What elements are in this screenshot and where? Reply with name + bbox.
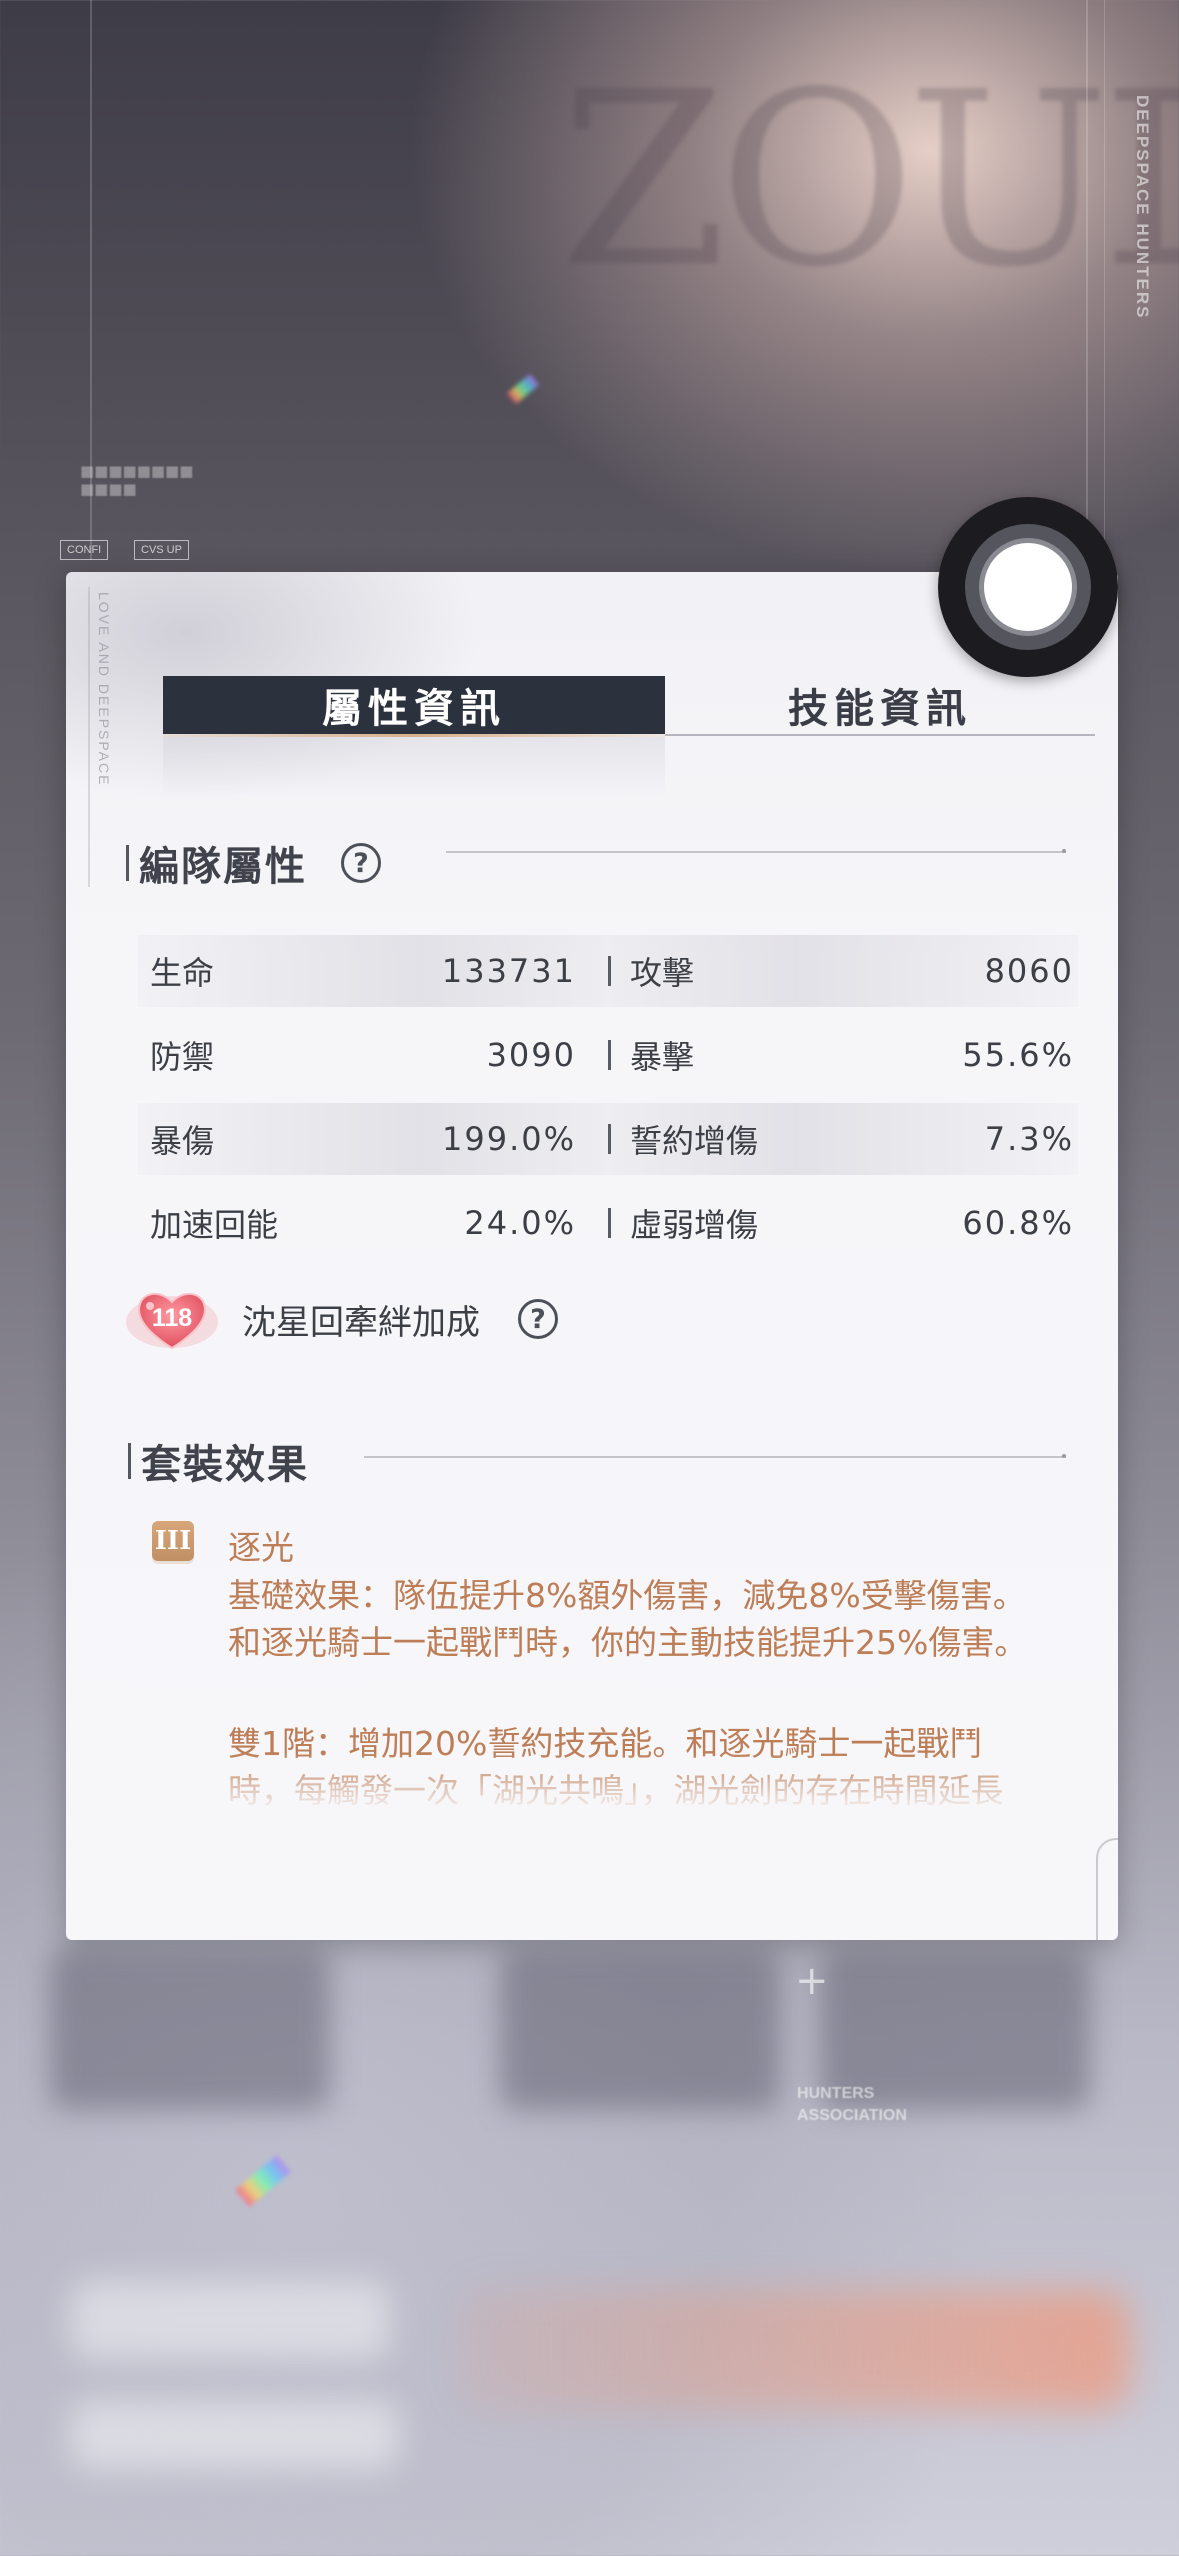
stat-label-def: 防禦 [150, 1038, 215, 1076]
stat-cell: 虛弱增傷 60.8% [608, 1187, 1078, 1259]
background-blur-block [70, 2280, 390, 2360]
panel-corner-decoration [1096, 1838, 1118, 1940]
stat-label-weak-dmg: 虛弱增傷 [630, 1206, 759, 1244]
stat-cell: 暴傷 199.0% [138, 1103, 608, 1175]
heart-icon: 118 [124, 1284, 220, 1354]
plus-icon: + [795, 1958, 829, 2004]
section-divider [446, 849, 1066, 853]
bond-bonus-row: 118 沈星回牽絆加成 ? [124, 1284, 558, 1354]
bond-label: 沈星回牽絆加成 [242, 1302, 480, 1343]
stat-row: 加速回能 24.0% 虛弱增傷 60.8% [138, 1187, 1078, 1259]
stat-label-crit-dmg: 暴傷 [150, 1122, 215, 1160]
close-button-ring [965, 524, 1091, 650]
stat-label-energy-regen: 加速回能 [150, 1206, 279, 1244]
close-button[interactable] [938, 497, 1118, 677]
set-base-effect: 基礎效果：隊伍提升8%額外傷害，減免8%受擊傷害。和逐光騎士一起戰鬥時，你的主動… [228, 1576, 1028, 1662]
tab-skills[interactable]: 技能資訊 [665, 676, 1095, 734]
prism-sparkle [235, 2155, 291, 2207]
stat-row: 生命 133731 攻擊 8060 [138, 935, 1078, 1007]
set-effect-header: 套裝效果 [128, 1432, 309, 1490]
tab-underline [665, 734, 1095, 736]
stat-row: 防禦 3090 暴擊 55.6% [138, 1019, 1078, 1091]
stat-label-hp: 生命 [150, 954, 215, 992]
background-rule [1104, 0, 1105, 600]
stat-cell: 生命 133731 [138, 935, 608, 1007]
set-effect-title: 套裝效果 [141, 1441, 309, 1488]
stat-value-crit: 55.6% [962, 1036, 1074, 1074]
set-tier-icon: III [152, 1521, 194, 1561]
stat-value-hp: 133731 [441, 952, 576, 990]
team-stats-header: 編隊屬性 ? [126, 834, 381, 892]
stat-cell: 攻擊 8060 [608, 935, 1078, 1007]
stat-row: 暴傷 199.0% 誓約增傷 7.3% [138, 1103, 1078, 1175]
stat-value-crit-dmg: 199.0% [441, 1120, 576, 1158]
stat-cell: 暴擊 55.6% [608, 1019, 1078, 1091]
stat-value-weak-dmg: 60.8% [962, 1204, 1074, 1242]
stat-cell: 防禦 3090 [138, 1019, 608, 1091]
background-tag: CONFI [60, 540, 109, 560]
section-bar [126, 845, 129, 881]
background-brand-text: DEEPSPACE HUNTERS [1133, 95, 1152, 320]
background-blur-block [70, 2400, 400, 2470]
section-bar [128, 1443, 131, 1479]
stat-value-atk: 8060 [984, 952, 1074, 990]
stat-label-oath-dmg: 誓約增傷 [630, 1122, 759, 1160]
team-stats-help-icon[interactable]: ? [341, 843, 381, 883]
background-hunters-text: HUNTERS ASSOCIATION [797, 2085, 907, 2124]
section-divider [364, 1454, 1066, 1458]
background-rule [1086, 0, 1088, 600]
bond-help-icon[interactable]: ? [518, 1299, 558, 1339]
bond-level: 118 [151, 1304, 193, 1332]
background-card [50, 1950, 330, 2110]
stat-value-def: 3090 [486, 1036, 576, 1074]
character-info-panel: LOVE AND DEEPSPACE 屬性資訊 技能資訊 編隊屬性 ? 生命 1… [66, 572, 1118, 1940]
background-card [500, 1950, 780, 2110]
tab-active-glow [163, 737, 665, 797]
scroll-fade [66, 1752, 1118, 1852]
background-blurred-note: ■■■■■■■■ ■■■■ [80, 462, 194, 498]
panel-left-rule [88, 587, 90, 887]
stat-cell: 誓約增傷 7.3% [608, 1103, 1078, 1175]
close-icon [979, 538, 1077, 636]
stat-value-energy-regen: 24.0% [464, 1204, 576, 1242]
stat-cell: 加速回能 24.0% [138, 1187, 608, 1259]
panel-vertical-text: LOVE AND DEEPSPACE [96, 592, 112, 787]
stat-label-crit: 暴擊 [630, 1038, 695, 1076]
stat-value-oath-dmg: 7.3% [984, 1120, 1074, 1158]
background-tag: CVS UP [134, 540, 189, 560]
set-name: 逐光 [228, 1528, 294, 1567]
prism-sparkle [507, 373, 539, 405]
tab-attributes[interactable]: 屬性資訊 [163, 676, 665, 737]
background-action-glow [460, 2290, 1130, 2410]
team-stats-title: 編隊屬性 [139, 843, 307, 890]
stat-label-atk: 攻擊 [630, 954, 695, 992]
